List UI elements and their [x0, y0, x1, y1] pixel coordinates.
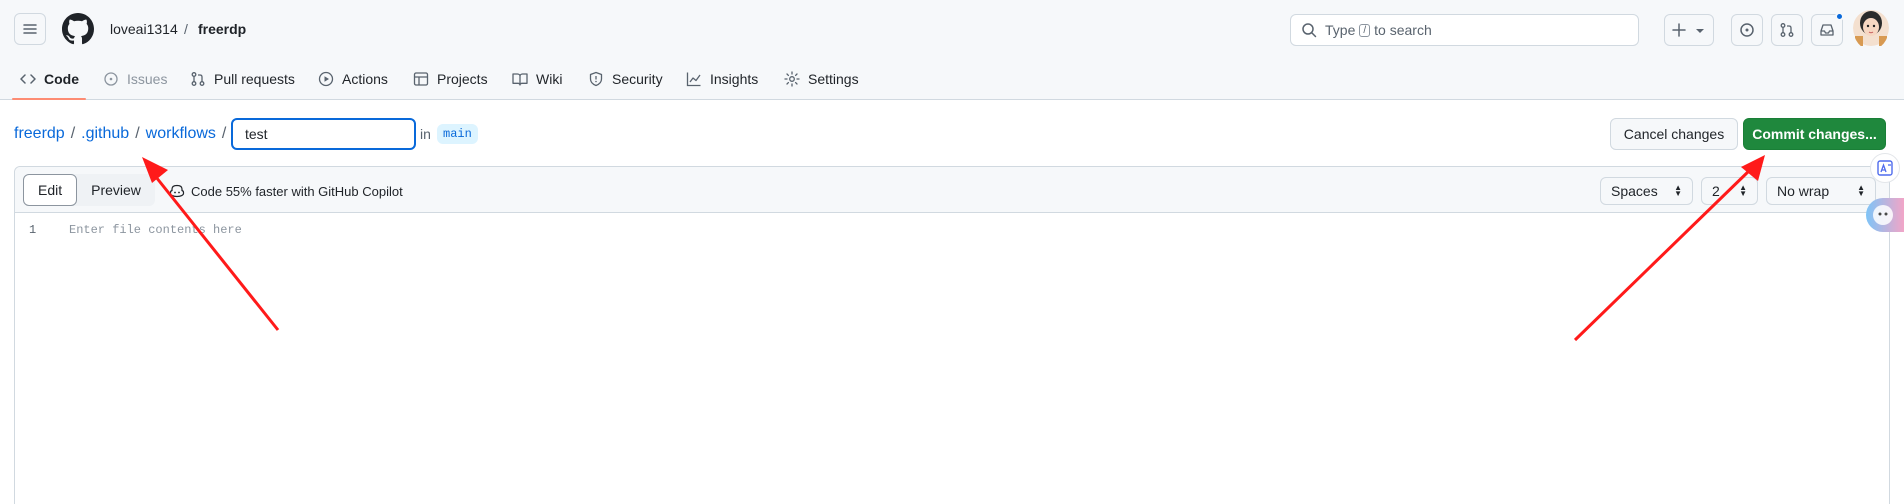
issue-opened-icon: [104, 72, 118, 86]
breadcrumb-separator: /: [70, 125, 76, 142]
breadcrumb-separator: /: [221, 125, 227, 142]
create-new-button[interactable]: [1664, 14, 1714, 46]
assistant-mascot-icon: [1873, 205, 1893, 225]
repo-link[interactable]: freerdp: [198, 21, 246, 37]
indent-mode-value: Spaces: [1611, 183, 1658, 199]
play-icon: [318, 71, 334, 87]
tab-actions[interactable]: Actions: [318, 64, 388, 94]
plus-icon: [1672, 23, 1686, 37]
active-tab-indicator: [12, 98, 86, 100]
select-arrows-icon: ▲ ▼: [1739, 183, 1747, 198]
branch-badge: main: [437, 124, 478, 144]
tab-security-label: Security: [612, 71, 663, 87]
gear-icon: [784, 71, 800, 87]
git-pull-request-icon: [1780, 23, 1794, 37]
menu-button[interactable]: [14, 13, 46, 45]
breadcrumb-separator: /: [135, 125, 140, 142]
filename-input[interactable]: test: [231, 118, 416, 150]
search-placeholder-prefix: Type: [1325, 22, 1356, 38]
tab-code[interactable]: Code: [20, 64, 79, 94]
breadcrumb-workflows-link[interactable]: workflows: [146, 125, 216, 143]
book-icon: [512, 73, 528, 86]
user-avatar[interactable]: [1853, 6, 1889, 50]
commit-changes-button[interactable]: Commit changes...: [1743, 118, 1886, 150]
app-header: loveai1314 / freerdp Type / to search Co…: [0, 0, 1904, 100]
tab-wiki-label: Wiki: [536, 71, 563, 87]
assistant-widget[interactable]: [1866, 198, 1904, 232]
unread-notification-dot: [1835, 12, 1844, 21]
cancel-changes-button[interactable]: Cancel changes: [1610, 118, 1738, 150]
tab-settings[interactable]: Settings: [784, 64, 859, 94]
avatar-illustration-icon: [1853, 10, 1889, 46]
breadcrumb-github-link[interactable]: .github: [81, 125, 129, 143]
tab-preview[interactable]: Preview: [77, 174, 155, 206]
file-path-breadcrumb: freerdp / .github / workflows /: [14, 116, 232, 152]
wrap-mode-value: No wrap: [1777, 183, 1830, 199]
edit-preview-toggle: Edit Preview: [23, 174, 155, 206]
translate-widget[interactable]: [1870, 153, 1900, 183]
tab-pull-requests[interactable]: Pull requests: [190, 64, 295, 94]
inbox-icon: [1820, 24, 1834, 36]
copilot-icon: [169, 184, 185, 198]
select-arrows-icon: ▲ ▼: [1857, 183, 1865, 198]
search-shortcut-key: /: [1359, 23, 1371, 37]
tab-pull-requests-label: Pull requests: [214, 71, 295, 87]
repo-nav: Code Issues Pull requests Actions Projec…: [0, 58, 1904, 100]
issue-opened-icon: [1740, 23, 1754, 37]
indent-size-select[interactable]: 2 ▲ ▼: [1701, 177, 1758, 205]
your-issues-button[interactable]: [1731, 14, 1763, 46]
github-logo-icon[interactable]: [62, 13, 94, 45]
branch-in-label: in: [420, 126, 431, 142]
translate-icon: [1877, 160, 1893, 176]
indent-mode-select[interactable]: Spaces ▲ ▼: [1600, 177, 1693, 205]
tab-wiki[interactable]: Wiki: [512, 64, 562, 94]
line-number: 1: [29, 223, 37, 237]
tab-security[interactable]: Security: [588, 64, 663, 94]
owner-link[interactable]: loveai1314: [110, 21, 178, 37]
tab-projects-label: Projects: [437, 71, 488, 87]
graph-icon: [686, 72, 701, 87]
triangle-down-icon: [1696, 29, 1704, 33]
tab-issues-label: Issues: [127, 71, 168, 87]
tab-settings-label: Settings: [808, 71, 859, 87]
global-topbar: loveai1314 / freerdp Type / to search: [0, 0, 1904, 58]
owner-repo-separator: /: [184, 21, 188, 37]
copilot-promo-text: Code 55% faster with GitHub Copilot: [191, 183, 403, 199]
tab-insights[interactable]: Insights: [686, 64, 758, 94]
shield-icon: [589, 71, 603, 87]
table-icon: [413, 72, 429, 86]
file-editor: Edit Preview Code 55% faster with GitHub…: [14, 166, 1890, 504]
tab-projects[interactable]: Projects: [413, 64, 488, 94]
tab-actions-label: Actions: [342, 71, 388, 87]
hamburger-icon: [23, 24, 37, 34]
indent-size-value: 2: [1712, 183, 1720, 199]
breadcrumb-repo-link[interactable]: freerdp: [14, 125, 65, 143]
your-pull-requests-button[interactable]: [1771, 14, 1803, 46]
copilot-promo[interactable]: Code 55% faster with GitHub Copilot: [169, 183, 403, 199]
editor-content-area[interactable]: Enter file contents here: [69, 223, 242, 237]
search-input[interactable]: Type / to search: [1290, 14, 1639, 46]
tab-code-label: Code: [44, 71, 79, 87]
tab-issues: Issues: [103, 64, 167, 94]
search-icon: [1302, 23, 1317, 38]
wrap-mode-select[interactable]: No wrap ▲ ▼: [1766, 177, 1876, 205]
tab-edit[interactable]: Edit: [23, 174, 78, 206]
git-pull-request-icon: [191, 72, 205, 86]
search-placeholder-suffix: to search: [1374, 22, 1432, 38]
editor-toolbar: Edit Preview Code 55% faster with GitHub…: [15, 167, 1889, 213]
select-arrows-icon: ▲ ▼: [1674, 183, 1682, 198]
code-icon: [20, 74, 36, 84]
tab-insights-label: Insights: [710, 71, 759, 87]
